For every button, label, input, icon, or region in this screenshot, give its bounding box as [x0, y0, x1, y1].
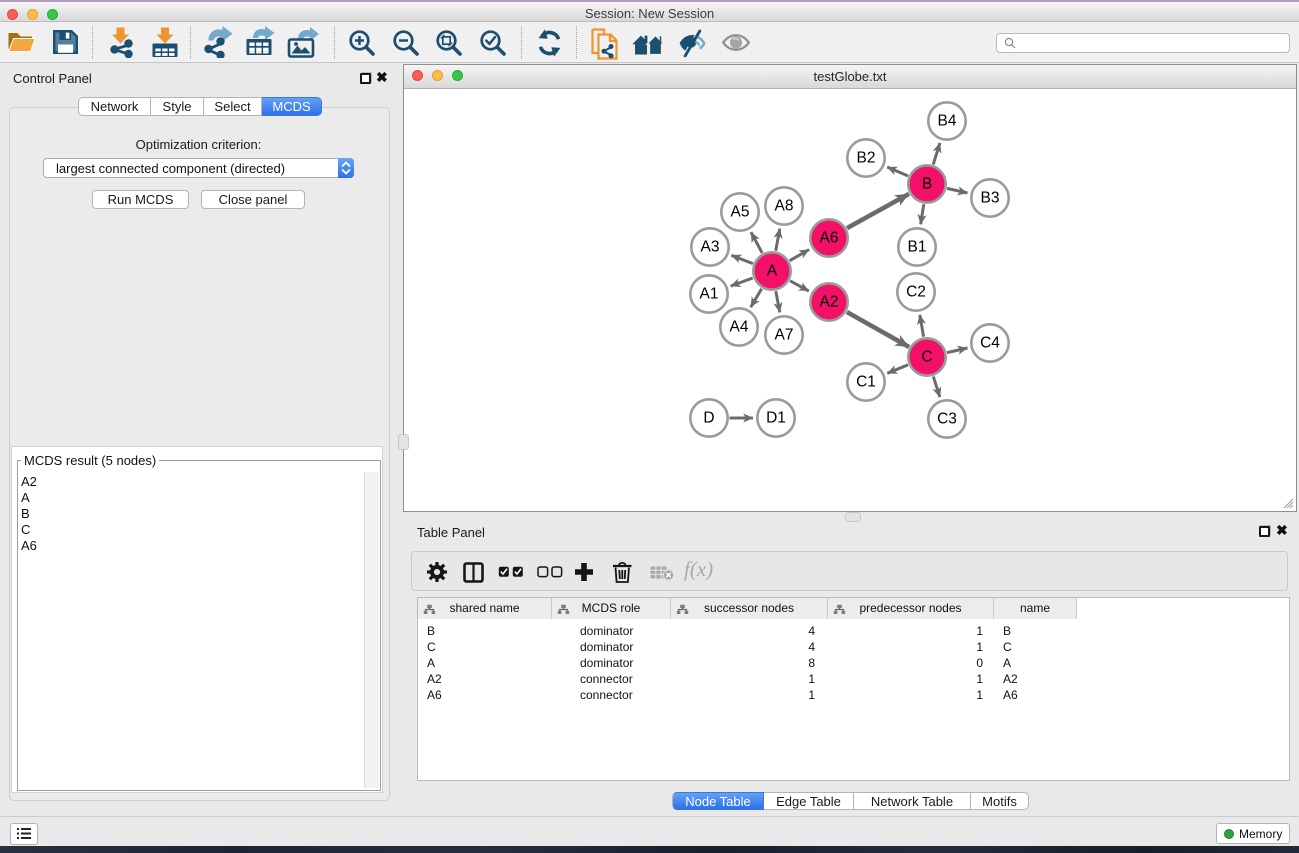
svg-text:A4: A4: [730, 319, 749, 336]
svg-text:B4: B4: [938, 113, 957, 130]
svg-text:A7: A7: [775, 327, 794, 344]
svg-text:C3: C3: [937, 411, 957, 428]
svg-text:C4: C4: [980, 335, 1000, 352]
svg-text:C: C: [921, 349, 932, 366]
svg-text:C2: C2: [906, 284, 926, 301]
svg-text:A8: A8: [775, 198, 794, 215]
svg-text:B3: B3: [981, 190, 1000, 207]
svg-text:B1: B1: [908, 239, 927, 256]
svg-text:A3: A3: [701, 239, 720, 256]
svg-text:A1: A1: [700, 286, 719, 303]
svg-text:D: D: [703, 410, 714, 427]
svg-text:A: A: [767, 263, 778, 280]
svg-text:B2: B2: [857, 150, 876, 167]
svg-text:B: B: [922, 176, 932, 193]
svg-text:A6: A6: [820, 230, 839, 247]
svg-text:A2: A2: [820, 294, 839, 311]
svg-text:A5: A5: [731, 204, 750, 221]
svg-text:D1: D1: [766, 410, 786, 427]
svg-text:C1: C1: [856, 374, 876, 391]
